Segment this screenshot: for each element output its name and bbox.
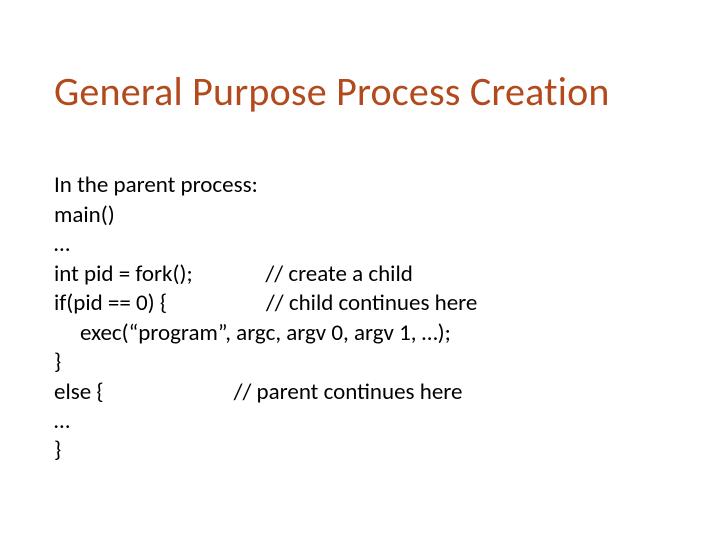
code-line: else { // parent continues here <box>54 378 462 406</box>
code-line: exec(“program”, argc, argv 0, argv 1, …)… <box>54 319 451 347</box>
code-line: } <box>54 348 61 376</box>
code-line: } <box>54 436 61 464</box>
code-line: … <box>54 407 70 435</box>
slide-title: General Purpose Process Creation <box>54 70 670 114</box>
slide-body: In the parent process: main() … int pid … <box>54 142 670 495</box>
code-line: if(pid == 0) { // child continues here <box>54 289 477 317</box>
code-line: int pid = fork(); // create a child <box>54 260 413 288</box>
slide: General Purpose Process Creation In the … <box>0 0 720 540</box>
code-line: main() <box>54 201 115 229</box>
code-line: … <box>54 230 70 258</box>
code-line: In the parent process: <box>54 171 258 199</box>
